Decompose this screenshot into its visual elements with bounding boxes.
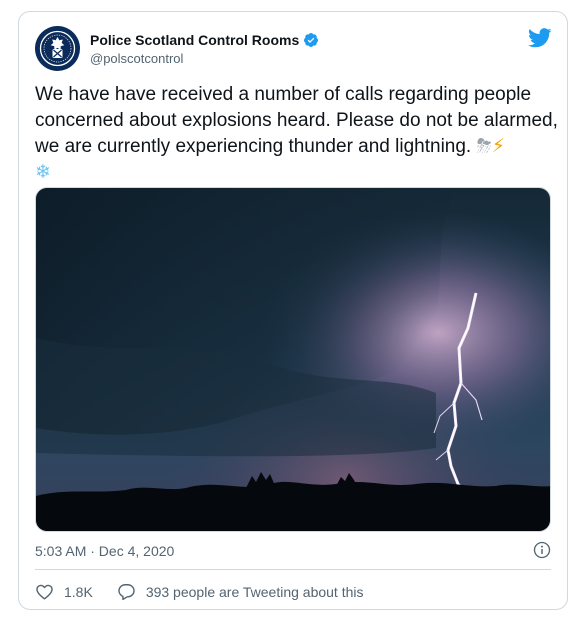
tweet-actions: 1.8K 393 people are Tweeting about this xyxy=(35,582,364,601)
speech-bubble-icon xyxy=(118,584,135,601)
verified-badge-icon xyxy=(304,33,319,47)
like-action[interactable]: 1.8K xyxy=(35,582,93,601)
avatar[interactable] xyxy=(35,26,80,71)
conversation-action[interactable]: 393 people are Tweeting about this xyxy=(117,582,364,601)
tweet-timestamp[interactable]: 5:03 AM · Dec 4, 2020 xyxy=(35,543,174,559)
police-scotland-crest-icon xyxy=(35,26,80,71)
snowflake-icon: ❄ xyxy=(35,162,51,183)
heart-icon xyxy=(36,584,53,600)
info-icon[interactable] xyxy=(533,541,551,559)
conversation-label: 393 people are Tweeting about this xyxy=(145,583,364,600)
tweet-media[interactable] xyxy=(35,187,551,532)
high-voltage-icon: ⚡ xyxy=(491,136,506,157)
handle[interactable]: @polscotcontrol xyxy=(90,51,183,66)
tweet-card[interactable]: Police Scotland Control Rooms @polscotco… xyxy=(18,11,568,610)
cloud-with-lightning-and-rain-icon: ⛈ xyxy=(476,136,492,157)
thunderstorm-lightning-photo-icon xyxy=(36,188,550,531)
display-name[interactable]: Police Scotland Control Rooms xyxy=(90,32,299,48)
tweet-text: We have have received a number of calls … xyxy=(35,82,560,186)
divider xyxy=(35,569,551,570)
like-count: 1.8K xyxy=(64,583,93,600)
twitter-bird-icon[interactable] xyxy=(528,28,552,48)
